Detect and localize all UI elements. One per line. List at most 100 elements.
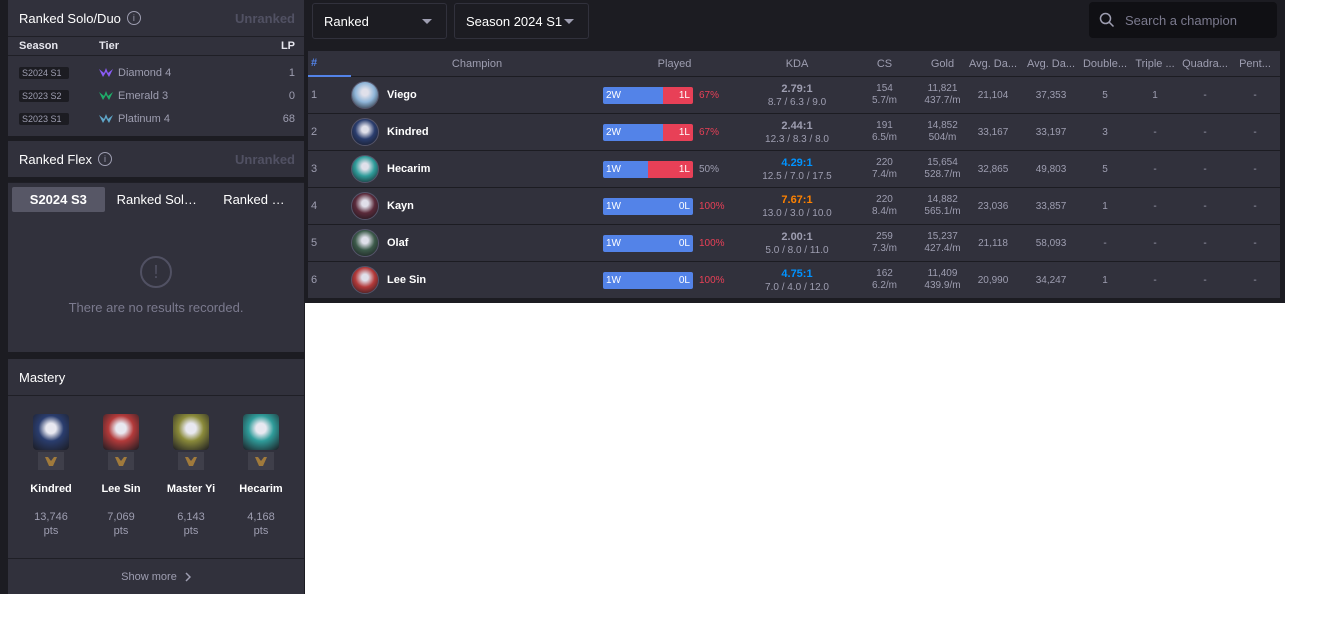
cs-total: 162: [876, 268, 893, 279]
played-cell: 1W0L 100%: [603, 197, 746, 215]
tier-column-header: Tier: [99, 40, 119, 52]
champion-icon: [351, 229, 379, 257]
row-rank: 1: [311, 89, 318, 101]
penta-kills: -: [1253, 126, 1257, 138]
champion-cell[interactable]: Kayn: [351, 192, 603, 220]
queue-select[interactable]: Ranked: [312, 3, 447, 39]
tier-cell: Platinum 4: [99, 113, 265, 125]
cs-total: 220: [876, 157, 893, 168]
kda-cell: 4.29:1 12.5 / 7.0 / 17.5: [746, 157, 848, 182]
win-loss-bar: 1W0L: [603, 197, 693, 215]
exclamation-icon: !: [140, 256, 172, 288]
mastery-points-unit: pts: [113, 525, 129, 537]
season-badge: S2023 S2: [19, 89, 69, 102]
avg-damage-taken: 37,353: [1035, 89, 1067, 101]
mastery-title: Mastery: [19, 369, 66, 385]
lp-column-header: LP: [280, 40, 295, 52]
table-row[interactable]: 1 Viego 2W 1L 67% 2.79:1 8.7 / 6.3 / 9.0 154 5.7…: [308, 77, 1280, 114]
mastery-crest-icon: [115, 457, 127, 466]
kda-ratio: 2.44:1: [781, 119, 813, 132]
header-rank[interactable]: #: [308, 51, 351, 77]
triple-kills: 1: [1152, 89, 1158, 101]
mastery-points-unit: pts: [253, 525, 269, 537]
champion-search-input[interactable]: [1125, 12, 1265, 28]
header-kda[interactable]: KDA: [746, 58, 848, 70]
row-rank: 4: [311, 200, 318, 212]
cs-cell: 220 7.4/m: [848, 157, 921, 181]
gold-total: 15,654: [927, 157, 958, 168]
tab-ranked-solo[interactable]: Ranked Solo/Duo: [109, 187, 212, 212]
header-avg-damage-dealt[interactable]: Avg. Da...: [964, 58, 1022, 70]
mastery-points-value: 7,069: [107, 511, 135, 523]
gold-total: 14,852: [927, 120, 958, 131]
table-row[interactable]: 4Kayn1W0L100%7.67:113.0 / 3.0 / 10.02208…: [308, 188, 1280, 225]
winrate: 100%: [699, 237, 725, 249]
double-kills: 1: [1102, 274, 1108, 286]
avg-damage-taken: 49,803: [1035, 163, 1067, 175]
table-row[interactable]: 5Olaf1W0L100%2.00:15.0 / 8.0 / 11.02597.…: [308, 225, 1280, 262]
table-row[interactable]: 2 Kindred 2W 1L 67% 2.44:1 12.3 / 8.3 / 8.0 191…: [308, 114, 1280, 151]
kda-detail: 5.0 / 8.0 / 11.0: [765, 244, 829, 256]
rank-history-row: S2024 S1 Diamond 4 1: [8, 61, 304, 84]
avg-damage-taken: 58,093: [1035, 237, 1067, 249]
header-cs[interactable]: CS: [848, 58, 921, 70]
champion-name: Lee Sin: [101, 483, 141, 495]
lp-value: 68: [282, 112, 295, 125]
info-icon[interactable]: i: [97, 152, 112, 166]
gold-cell: 15,237 427.4/m: [921, 231, 964, 255]
champion-cell[interactable]: Olaf: [351, 229, 603, 257]
mastery-item[interactable]: Hecarim 4,168 pts: [231, 414, 291, 538]
mastery-item[interactable]: Kindred 13,746 pts: [21, 414, 81, 538]
table-row[interactable]: 6Lee Sin1W0L100%4.75:17.0 / 4.0 / 12.016…: [308, 262, 1280, 299]
season-select[interactable]: Season 2024 S1: [454, 3, 589, 39]
champion-icon: [351, 266, 379, 294]
show-more-button[interactable]: Show more: [8, 558, 304, 594]
header-played[interactable]: Played: [603, 58, 746, 70]
champion-cell[interactable]: Lee Sin: [351, 266, 603, 294]
lp-value: 1: [288, 66, 295, 79]
info-icon[interactable]: i: [126, 11, 141, 25]
header-triple-kill[interactable]: Triple ...: [1130, 58, 1180, 70]
kda-ratio: 4.75:1: [781, 267, 813, 280]
tab-ranked-flex[interactable]: Ranked Flex: [215, 187, 300, 212]
triple-kills: -: [1153, 163, 1157, 175]
win-loss-bar: 1W 1L: [603, 160, 693, 178]
cs-cell: 220 8.4/m: [848, 194, 921, 218]
champion-cell[interactable]: Hecarim: [351, 155, 603, 183]
table-row[interactable]: 3 Hecarim 1W 1L 50% 4.29:1 12.5 / 7.0 / 17.5 22…: [308, 151, 1280, 188]
mastery-points: 7,069 pts: [107, 510, 135, 538]
header-penta-kill[interactable]: Pent...: [1230, 58, 1280, 70]
header-gold[interactable]: Gold: [921, 58, 964, 70]
cs-per-minute: 7.4/m: [871, 169, 897, 180]
win-loss-bar: 2W 1L: [603, 86, 693, 104]
avg-damage-dealt: 23,036: [977, 200, 1009, 212]
champion-name: Master Yi: [166, 483, 216, 495]
losses-segment: 1L: [648, 160, 693, 178]
header-quadra-kill[interactable]: Quadra...: [1180, 58, 1230, 70]
champion-cell[interactable]: Viego: [351, 81, 603, 109]
kda-detail: 7.0 / 4.0 / 12.0: [765, 281, 829, 293]
gold-total: 15,237: [927, 231, 958, 242]
champion-name: Kindred: [387, 126, 429, 138]
tier-emblem-icon: [99, 90, 113, 100]
header-double-kill[interactable]: Double...: [1080, 58, 1130, 70]
champion-name: Olaf: [387, 237, 409, 249]
season-column-header: Season: [19, 40, 59, 52]
champion-cell[interactable]: Kindred: [351, 118, 603, 146]
row-rank: 2: [311, 126, 318, 138]
mastery-badge: [108, 452, 134, 470]
header-avg-damage-taken[interactable]: Avg. Da...: [1022, 58, 1080, 70]
tab-s2024-s3[interactable]: S2024 S3: [12, 186, 105, 212]
triple-kills: -: [1153, 126, 1157, 138]
kda-cell: 2.44:1 12.3 / 8.3 / 8.0: [746, 120, 848, 145]
win-loss-bar: 2W 1L: [603, 123, 693, 141]
tier-label: Platinum 4: [118, 112, 170, 125]
ranked-flex-card: Ranked Flex i Unranked: [8, 141, 304, 177]
mastery-item[interactable]: Lee Sin 7,069 pts: [91, 414, 151, 538]
champion-portrait: [33, 414, 69, 450]
mastery-points: 6,143 pts: [177, 510, 205, 538]
gold-cell: 15,654 528.7/m: [921, 157, 964, 181]
header-champion[interactable]: Champion: [351, 58, 603, 70]
rank-history-row: S2023 S2 Emerald 3 0: [8, 84, 304, 107]
mastery-item[interactable]: Master Yi 6,143 pts: [161, 414, 221, 538]
